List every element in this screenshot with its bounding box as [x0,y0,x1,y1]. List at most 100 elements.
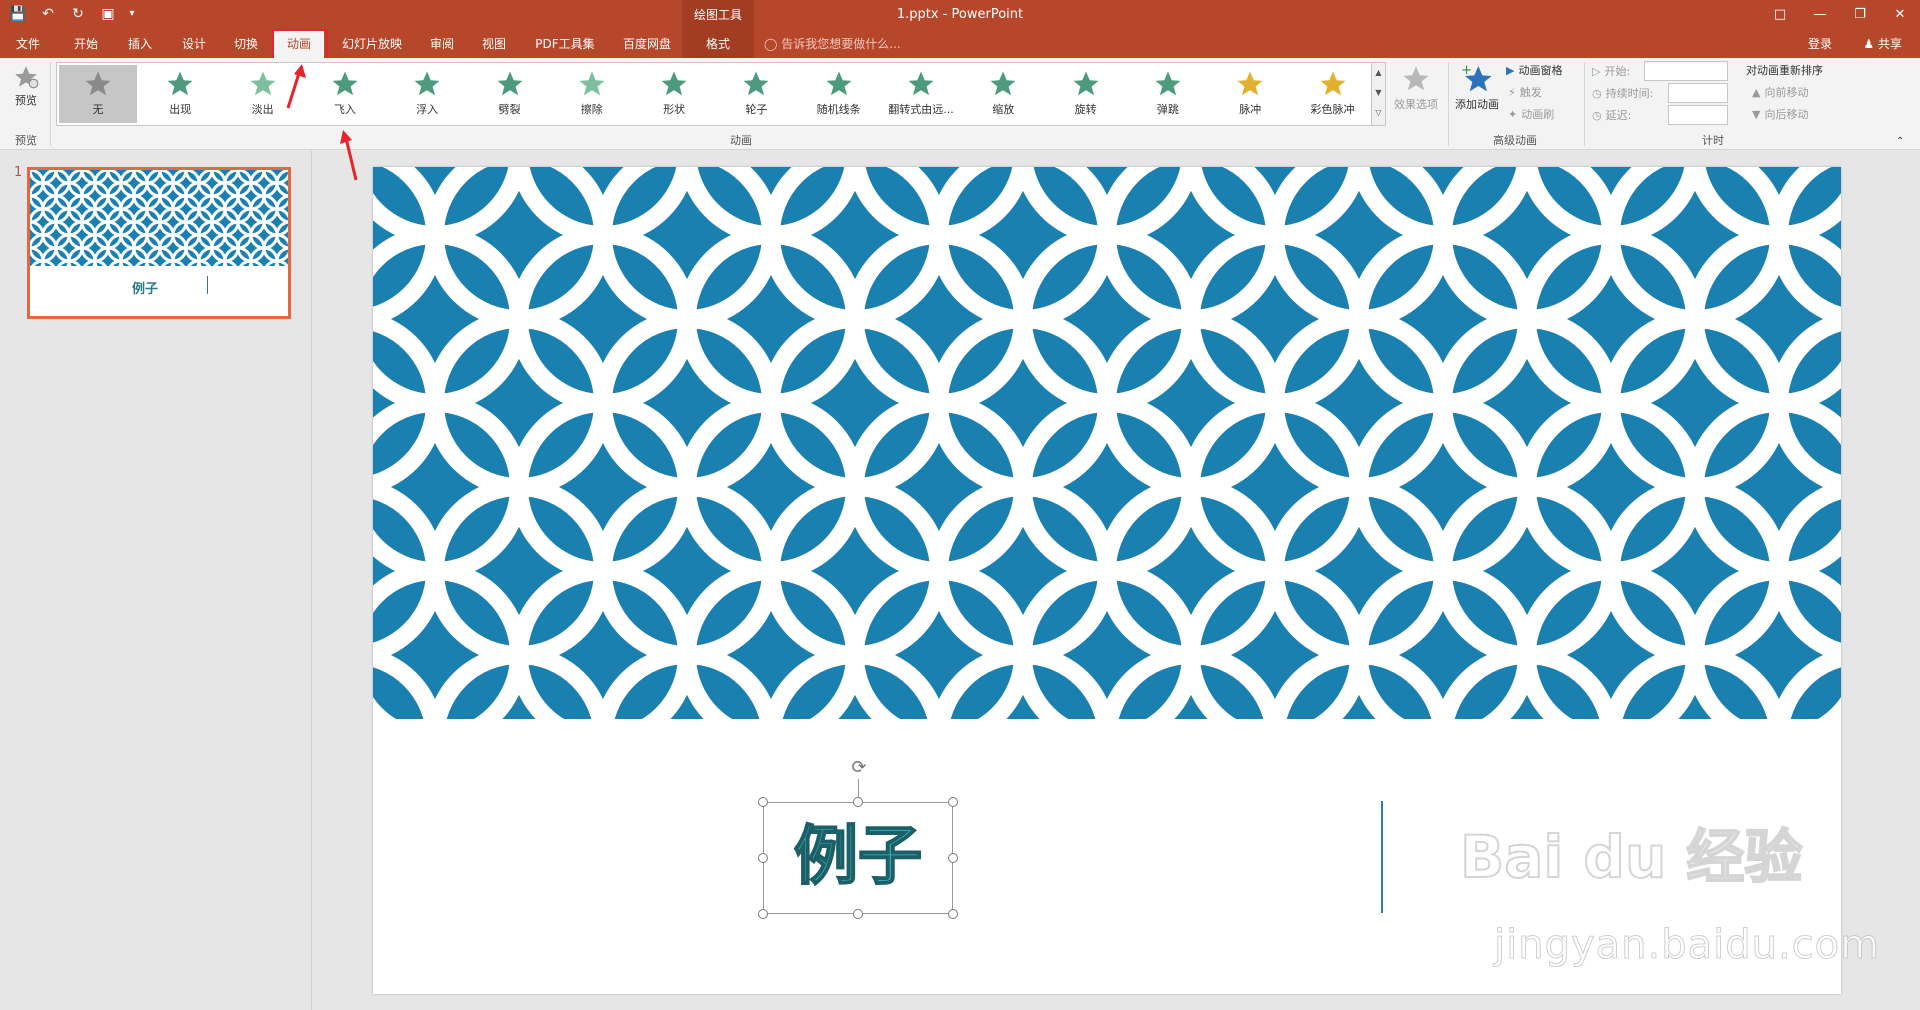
resize-handle-br[interactable] [948,909,958,919]
watermark-logo: Bai du 经验 [1459,822,1803,892]
collapse-ribbon-icon[interactable]: ⌃ [1896,136,1904,147]
star-icon [1320,71,1345,96]
scroll-down-icon[interactable]: ▼ [1372,83,1385,103]
star-icon [1237,71,1263,96]
effect-options-label: 效果选项 [1394,98,1438,111]
resize-handle-t[interactable] [853,797,863,807]
animation-pane-button[interactable]: ▶ 动画窗格 [1506,62,1562,78]
scroll-up-icon[interactable]: ▲ [1372,63,1385,83]
animation-effect-1[interactable]: 出现 [141,65,219,123]
baidu-jingyan-watermark: Bai du 经验 jingyan.baidu.com [1459,800,1881,990]
animation-effect-label: 翻转式由远... [888,103,954,116]
slide-number: 1 [14,165,23,180]
share-button[interactable]: ♟ 共享 [1863,30,1902,58]
trigger-button[interactable]: ⚡ 触发 [1508,84,1542,100]
delay-input[interactable] [1668,105,1728,125]
animation-effect-3[interactable]: 飞入 [306,65,384,123]
resize-handle-tr[interactable] [948,797,958,807]
animation-effect-0[interactable]: 无 [59,65,137,123]
star-icon [743,71,769,96]
animation-effect-4[interactable]: 浮入 [388,65,466,123]
effect-options-button[interactable]: 效果选项 [1388,64,1444,112]
resize-handle-l[interactable] [758,853,768,863]
animation-pane-label: 动画窗格 [1518,64,1563,77]
animation-effect-label: 浮入 [416,103,439,116]
thumbnail-pattern [30,170,288,266]
tab-slideshow[interactable]: 幻灯片放映 [334,30,410,58]
move-later-button[interactable]: ▼ 向后移动 [1752,106,1808,122]
triangle-up-icon: ▲ [1752,85,1761,99]
tab-transitions[interactable]: 切换 [224,30,268,58]
login-link[interactable]: 登录 [1808,30,1832,58]
move-earlier-label: 向前移动 [1764,86,1809,99]
minimize-icon[interactable]: — [1800,0,1840,30]
add-animation-button[interactable]: + 添加动画 [1452,62,1502,112]
tab-format[interactable]: 格式 [682,30,754,58]
animation-effect-15[interactable]: 彩色脉冲 [1294,65,1372,123]
animation-painter-button[interactable]: ✦ 动画刷 [1508,106,1554,122]
resize-handle-b[interactable] [853,909,863,919]
delay-label: ◷ 延迟: [1592,107,1631,123]
start-text: 开始: [1604,65,1631,78]
animation-effect-12[interactable]: 旋转 [1047,65,1125,123]
resize-handle-bl[interactable] [758,909,768,919]
animation-effect-label: 缩放 [992,103,1015,116]
animation-effect-11[interactable]: 缩放 [964,65,1042,123]
animation-effect-label: 擦除 [580,103,603,116]
move-earlier-button[interactable]: ▲ 向前移动 [1752,84,1808,100]
document-title: 1.pptx - PowerPoint [896,7,1024,22]
preview-label: 预览 [15,94,37,107]
preview-group-label: 预览 [15,134,37,147]
preview-button[interactable]: 预览 [8,64,44,108]
tab-file[interactable]: 文件 [6,30,50,58]
duration-label: ◷ 持续时间: [1592,85,1653,101]
gallery-more-icon[interactable]: ▽ [1372,103,1385,123]
restore-icon[interactable]: ❐ [1840,0,1880,30]
tell-me-search[interactable]: ◯ 告诉我您想要做什么... [764,30,901,58]
tab-pdf-tools[interactable]: PDF工具集 [528,30,602,58]
tab-design[interactable]: 设计 [172,30,216,58]
slide-thumbnail[interactable]: 例子 [27,167,291,319]
gallery-scroll[interactable]: ▲ ▼ ▽ [1372,62,1386,126]
slide-title-text[interactable]: 例子 [768,807,948,907]
resize-handle-r[interactable] [948,853,958,863]
animation-gallery: 无出现 淡出 飞入 浮入 劈裂 擦除 形状 轮子 随机线条 翻转式由远... 缩放 旋转 弹跳 脉冲 彩色脉… [56,62,1372,126]
arrow-to-fly-in [340,130,358,181]
lightning-icon: ⚡ [1508,85,1516,99]
animation-effect-label: 劈裂 [498,103,521,116]
tab-insert[interactable]: 插入 [118,30,162,58]
tab-home[interactable]: 开始 [64,30,108,58]
resize-handle-tl[interactable] [758,797,768,807]
animation-effect-10[interactable]: 翻转式由远... [882,65,960,123]
duration-input[interactable] [1668,83,1728,103]
group-separator [1584,62,1585,146]
animation-effect-13[interactable]: 弹跳 [1129,65,1207,123]
animation-effect-5[interactable]: 劈裂 [471,65,549,123]
tab-baidu-netdisk[interactable]: 百度网盘 [612,30,682,58]
star-icon [250,71,276,96]
arrow-to-animations-tab [286,64,306,109]
animation-effect-label: 弹跳 [1156,103,1179,116]
animation-effect-label: 飞入 [333,103,356,116]
animation-painter-label: 动画刷 [1521,108,1555,121]
star-icon [579,71,605,96]
tab-view[interactable]: 视图 [472,30,516,58]
animation-effect-8[interactable]: 轮子 [717,65,795,123]
watermark-url: jingyan.baidu.com [1493,922,1881,969]
star-icon [167,71,193,96]
title-textbox[interactable]: 例子 [763,802,953,914]
lightbulb-icon: ◯ [764,37,778,51]
rotate-handle-icon[interactable]: ⟳ [848,757,870,779]
animation-effect-14[interactable]: 脉冲 [1211,65,1289,123]
animation-effect-9[interactable]: 随机线条 [800,65,878,123]
star-icon [85,71,111,96]
tab-review[interactable]: 审阅 [420,30,464,58]
close-icon[interactable]: ✕ [1880,0,1920,30]
animation-effect-6[interactable]: 擦除 [553,65,631,123]
start-select[interactable] [1644,61,1728,81]
ribbon-display-icon[interactable]: □ [1760,0,1800,30]
move-later-label: 向后移动 [1764,108,1809,121]
play-icon: ▷ [1592,64,1601,78]
animation-effect-7[interactable]: 形状 [635,65,713,123]
slide-pattern [373,167,1841,719]
